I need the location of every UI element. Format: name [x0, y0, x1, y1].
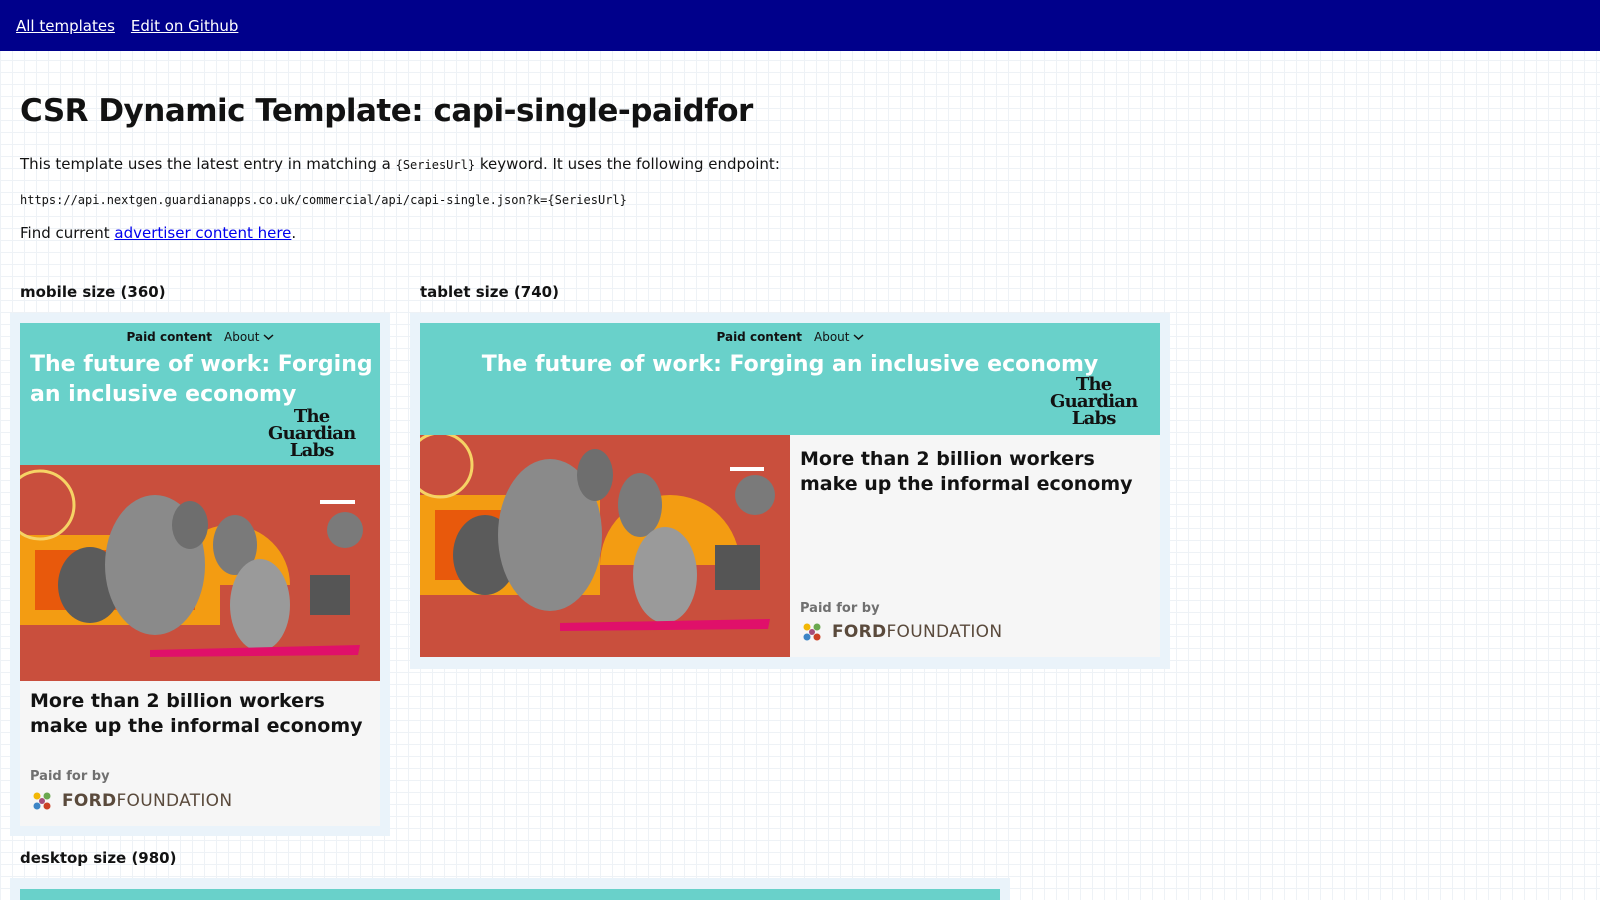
intro-text: This template uses the latest entry in m… [20, 155, 780, 173]
desktop-size-label: desktop size (980) [20, 849, 177, 867]
about-label: About [814, 330, 850, 344]
ad-headline[interactable]: More than 2 billion workers make up the … [30, 689, 375, 739]
logo-line-3: Labs [289, 440, 335, 461]
chevron-down-icon [853, 333, 863, 340]
hero-illustration [420, 435, 790, 657]
find-before: Find current [20, 224, 115, 242]
paid-for-by-label: Paid for by [30, 769, 110, 784]
mobile-ad-card[interactable]: Paid content About The future of work: F… [20, 323, 380, 826]
intro-after: keyword. It uses the following endpoint: [475, 155, 780, 173]
advertiser-content-link[interactable]: advertiser content here [114, 224, 291, 242]
find-advertiser-text: Find current advertiser content here. [20, 224, 296, 242]
series-url-code: {SeriesUrl} [395, 158, 476, 172]
paid-for-by-label: Paid for by [800, 601, 880, 616]
ad-headline[interactable]: More than 2 billion workers make up the … [800, 447, 1150, 497]
endpoint-url: https://api.nextgen.guardianapps.co.uk/c… [20, 193, 627, 207]
sponsor-name-rest: FOUNDATION [886, 622, 1003, 642]
ad-header: Paid content About The future of work: F… [420, 323, 1160, 435]
ford-foundation-icon [803, 623, 821, 641]
mobile-size-label: mobile size (360) [20, 283, 166, 301]
desktop-ad-card[interactable] [20, 889, 1000, 900]
all-templates-link[interactable]: All templates [16, 17, 115, 35]
sponsor-logo[interactable]: FORDFOUNDATION [30, 789, 232, 813]
ad-header [20, 889, 1000, 900]
ad-header: Paid content About The future of work: F… [20, 323, 380, 465]
sponsor-name-bold: FORD [62, 791, 117, 811]
guardian-labs-logo: The Guardian Labs [268, 408, 356, 461]
ad-title: The future of work: Forging an inclusive… [481, 352, 1099, 377]
ad-title: The future of work: Forging an inclusive… [30, 352, 373, 407]
tablet-ad-card[interactable]: Paid content About The future of work: F… [420, 323, 1160, 657]
page-title: CSR Dynamic Template: capi-single-paidfo… [20, 93, 753, 129]
hero-image [420, 435, 790, 657]
intro-before: This template uses the latest entry in m… [20, 155, 396, 173]
guardian-labs-logo: The Guardian Labs [1050, 376, 1138, 429]
about-toggle[interactable]: About [224, 330, 273, 344]
tablet-size-label: tablet size (740) [420, 283, 559, 301]
paid-content-row: Paid content About [420, 323, 1160, 344]
logo-line-3: Labs [1071, 408, 1117, 429]
paid-content-row: Paid content About [20, 323, 380, 344]
sponsor-name-bold: FORD [832, 622, 887, 642]
hero-image [20, 465, 380, 681]
find-after: . [291, 224, 297, 242]
ford-foundation-icon [33, 792, 51, 810]
paid-content-label: Paid content [126, 330, 213, 344]
about-label: About [224, 330, 260, 344]
chevron-down-icon [263, 333, 273, 340]
about-toggle[interactable]: About [814, 330, 863, 344]
hero-illustration [20, 465, 380, 681]
paid-content-label: Paid content [716, 330, 803, 344]
edit-on-github-link[interactable]: Edit on Github [131, 17, 238, 35]
top-nav-bar: All templates Edit on Github [0, 0, 1600, 51]
sponsor-name-rest: FOUNDATION [116, 791, 233, 811]
sponsor-logo[interactable]: FORDFOUNDATION [800, 620, 1002, 644]
